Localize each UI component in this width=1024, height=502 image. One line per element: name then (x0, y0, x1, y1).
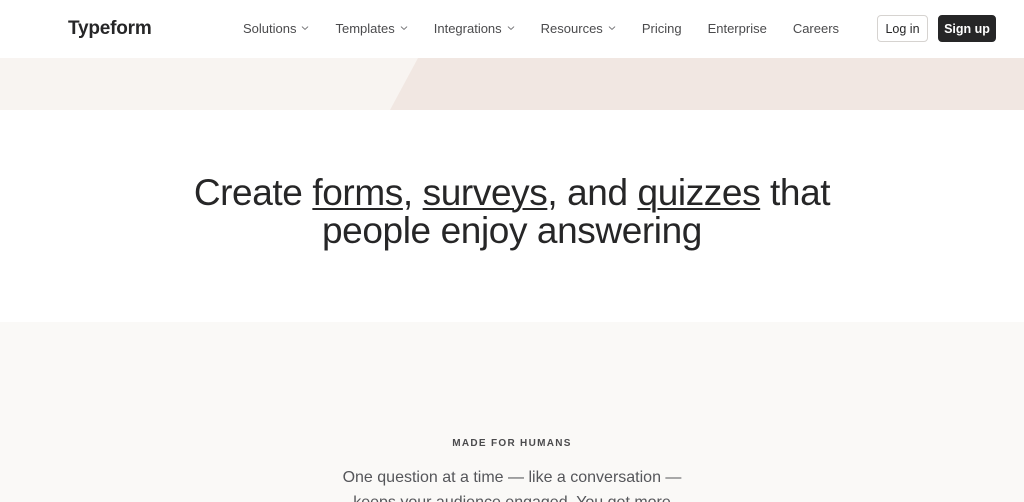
nav-item-enterprise[interactable]: Enterprise (708, 21, 767, 37)
nav-item-solutions[interactable]: Solutions (243, 21, 309, 37)
paragraph-line-two: keeps your audience engaged. You get mor… (353, 494, 671, 502)
headline-link-forms[interactable]: forms (312, 172, 403, 213)
section-eyebrow: MADE FOR HUMANS (452, 438, 572, 449)
page-root: Typeform Solutions Templates Integration… (0, 0, 1024, 502)
nav-item-label: Templates (335, 21, 395, 36)
headline-link-quizzes[interactable]: quizzes (638, 172, 761, 213)
typeform-logo[interactable]: Typeform (68, 17, 152, 41)
nav-item-templates[interactable]: Templates (335, 21, 407, 37)
nav-item-integrations[interactable]: Integrations (434, 21, 515, 37)
nav-item-label: Integrations (433, 21, 502, 36)
nav-item-pricing[interactable]: Pricing (642, 21, 682, 37)
nav-item-label: Solutions (243, 21, 297, 36)
headline-line-two: people enjoy answering (322, 210, 702, 251)
login-button[interactable]: Log in (877, 15, 928, 42)
primary-navigation: Solutions Templates Integrations Resourc… (243, 21, 839, 37)
decorative-banner-strip (0, 58, 1024, 110)
hero-section: Create forms, surveys, and quizzes that … (0, 110, 1024, 322)
chevron-down-icon (507, 24, 515, 32)
nav-item-label: Enterprise (707, 21, 767, 36)
site-header: Typeform Solutions Templates Integration… (0, 0, 1024, 58)
banner-diagonal-shape (0, 58, 418, 110)
section-paragraph: One question at a time — like a conversa… (0, 465, 1024, 502)
hero-headline: Create forms, surveys, and quizzes that … (0, 174, 1024, 250)
headline-text: that (760, 172, 831, 213)
header-actions: Log in Sign up (877, 15, 996, 42)
nav-item-careers[interactable]: Careers (793, 21, 839, 37)
chevron-down-icon (301, 24, 309, 32)
nav-item-label: Resources (540, 21, 603, 36)
chevron-down-icon (400, 24, 408, 32)
nav-item-label: Pricing (641, 21, 682, 36)
nav-item-label: Careers (792, 21, 840, 36)
signup-button[interactable]: Sign up (938, 15, 996, 42)
headline-text: , and (547, 172, 638, 213)
chevron-down-icon (608, 24, 616, 32)
made-for-humans-section: MADE FOR HUMANS One question at a time —… (0, 322, 1024, 502)
headline-text: , (402, 172, 423, 213)
paragraph-line-one: One question at a time — like a conversa… (342, 469, 682, 486)
headline-link-surveys[interactable]: surveys (423, 172, 548, 213)
headline-text: Create (193, 172, 313, 213)
nav-item-resources[interactable]: Resources (541, 21, 616, 37)
